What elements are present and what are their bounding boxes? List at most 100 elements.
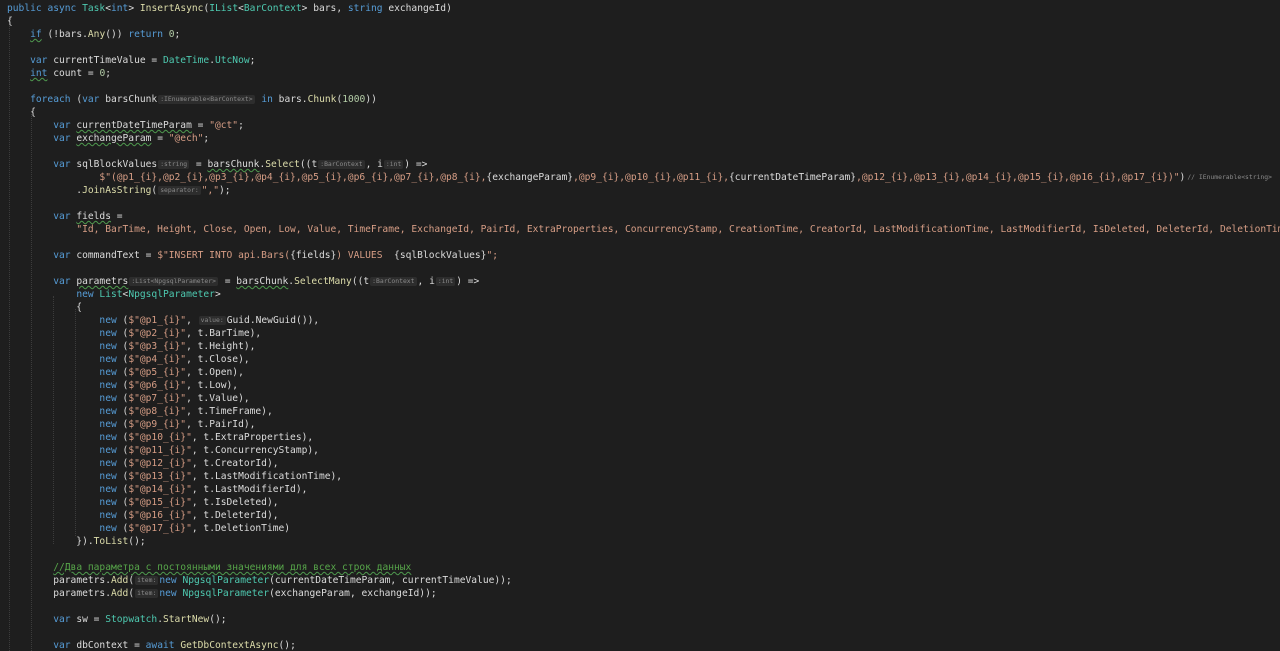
- code-line-ct-param[interactable]: var currentDateTimeParam = "@ct";: [7, 119, 244, 132]
- token: new: [99, 497, 117, 508]
- token: var: [30, 55, 48, 66]
- code-line-open-brace[interactable]: {: [7, 106, 36, 119]
- token: new: [99, 341, 117, 352]
- token: ToList: [93, 536, 129, 547]
- token: var: [53, 159, 71, 170]
- code-line-parameter[interactable]: new ($"@p2_{i}", t.BarTime),: [7, 327, 261, 340]
- code-line-parameter[interactable]: new ($"@p17_{i}", t.DeletionTime): [7, 522, 290, 535]
- code-line-count[interactable]: int count = 0;: [7, 67, 111, 80]
- token: NpgsqlParameter: [182, 575, 270, 586]
- token: //Два параметра с постоянными значениями…: [53, 562, 412, 573]
- code-line-open-brace[interactable]: {: [7, 301, 82, 314]
- code-line-parameter[interactable]: new ($"@p4_{i}", t.Close),: [7, 353, 249, 366]
- token: currentDateTimeParam: [76, 120, 192, 131]
- token: ,@p9_{i},@p10_{i},@p11_{i},: [573, 172, 730, 183]
- token: parametrs: [76, 276, 129, 287]
- token: new: [99, 419, 117, 430]
- code-line-parameter[interactable]: new ($"@p16_{i}", t.DeleterId),: [7, 509, 278, 522]
- parameter-name: $"@p13_{i}": [128, 471, 192, 482]
- code-line-parametrs[interactable]: var parametrs:List<NpgsqlParameter> = ba…: [7, 275, 479, 288]
- token: Add: [110, 588, 129, 599]
- token: currentTimeValue: [53, 55, 146, 66]
- code-line-method-signature[interactable]: public async Task<int> InsertAsync(IList…: [7, 2, 452, 15]
- code-line-add-ct[interactable]: parametrs.Add(item: new NpgsqlParameter(c…: [7, 574, 512, 587]
- token: i: [429, 276, 435, 287]
- token: public: [7, 3, 42, 14]
- parameter-value: t.LastModifierId),: [203, 484, 308, 495]
- token: in: [261, 94, 273, 105]
- code-line-parameter[interactable]: new ($"@p11_{i}", t.ConcurrencyStamp),: [7, 444, 319, 457]
- token: new: [76, 289, 94, 300]
- parameter-name: $"@p2_{i}": [128, 328, 187, 339]
- code-line-db-context[interactable]: var dbContext = await GetDbContextAsync(…: [7, 639, 296, 651]
- token: exchangeParam: [76, 133, 152, 144]
- parameter-value: t.TimeFrame),: [197, 406, 273, 417]
- token: var: [53, 133, 71, 144]
- parameter-name: $"@p11_{i}": [128, 445, 192, 456]
- token: i: [377, 159, 383, 170]
- token: await: [145, 640, 175, 651]
- token: new: [99, 510, 117, 521]
- token: new: [99, 328, 117, 339]
- code-line-new-list[interactable]: new List<NpgsqlParameter>: [7, 288, 220, 301]
- code-line-parameter[interactable]: new ($"@p13_{i}", t.LastModificationTime…: [7, 470, 342, 483]
- token: var: [53, 250, 71, 261]
- code-line-if-any[interactable]: if (!bars.Any()) return 0;: [7, 28, 180, 41]
- token: bars: [59, 29, 83, 40]
- code-line-join[interactable]: .JoinAsString(separator: ",");: [7, 184, 230, 197]
- token: barsChunk: [207, 159, 260, 170]
- code-line-parameter[interactable]: new ($"@p3_{i}", t.Height),: [7, 340, 255, 353]
- token: Add: [110, 575, 129, 586]
- token: {sqlBlockValues}: [394, 250, 487, 261]
- parameter-name: $"@p17_{i}": [128, 523, 192, 534]
- token: {exchangeParam}: [486, 172, 574, 183]
- code-line-comment[interactable]: //Два параметра с постоянными значениями…: [7, 561, 411, 574]
- code-line-parameter[interactable]: new ($"@p14_{i}", t.LastModifierId),: [7, 483, 307, 496]
- code-line-parameter[interactable]: new ($"@p8_{i}", t.TimeFrame),: [7, 405, 273, 418]
- code-line-parameter[interactable]: new ($"@p1_{i}", value: Guid.NewGuid()),: [7, 314, 319, 327]
- code-line-current-time[interactable]: var currentTimeValue = DateTime.UtcNow;: [7, 54, 255, 67]
- parameter-value: t.CreatorId),: [203, 458, 279, 469]
- token: "@ct": [209, 120, 239, 131]
- token: new: [99, 523, 117, 534]
- code-editor[interactable]: public async Task<int> InsertAsync(IList…: [0, 0, 1280, 651]
- code-line-open-brace[interactable]: {: [7, 15, 13, 28]
- token: new: [99, 393, 117, 404]
- code-line-parameter[interactable]: new ($"@p9_{i}", t.PairId),: [7, 418, 255, 431]
- code-line-fields-string[interactable]: "Id, BarTime, Height, Close, Open, Low, …: [7, 223, 1280, 236]
- token: new: [99, 432, 117, 443]
- token: 0: [99, 68, 106, 79]
- code-line-parameter[interactable]: new ($"@p6_{i}", t.Low),: [7, 379, 238, 392]
- code-line-parameter[interactable]: new ($"@p5_{i}", t.Open),: [7, 366, 243, 379]
- token: parametrs: [53, 588, 106, 599]
- code-line-sql-block[interactable]: var sqlBlockValues:string = barsChunk.Se…: [7, 158, 427, 171]
- inlay-hint: value:: [198, 316, 226, 325]
- code-line-parameter[interactable]: new ($"@p10_{i}", t.ExtraProperties),: [7, 431, 313, 444]
- code-line-fields[interactable]: var fields =: [7, 210, 122, 223]
- inlay-hint: :IEnumerable<BarContext>: [158, 95, 255, 104]
- parameter-value: t.ConcurrencyStamp),: [203, 445, 319, 456]
- code-line-parameter[interactable]: new ($"@p7_{i}", t.Value),: [7, 392, 249, 405]
- code-line-stopwatch[interactable]: var sw = Stopwatch.StartNew();: [7, 613, 226, 626]
- token: Select: [265, 159, 300, 170]
- token: bars: [313, 3, 337, 14]
- code-line-ech-param[interactable]: var exchangeParam = "@ech";: [7, 132, 209, 145]
- token: BarContext: [243, 3, 302, 14]
- code-line-parameter[interactable]: new ($"@p15_{i}", t.IsDeleted),: [7, 496, 278, 509]
- code-line-to-list[interactable]: }).ToList();: [7, 535, 145, 548]
- token: new: [99, 458, 117, 469]
- token: SelectMany: [294, 276, 352, 287]
- parameter-name: $"@p7_{i}": [128, 393, 187, 404]
- code-line-add-ech[interactable]: parametrs.Add(item: new NpgsqlParameter(e…: [7, 587, 436, 600]
- parameter-value: t.BarTime),: [197, 328, 262, 339]
- code-line-sql-values[interactable]: $"(@p1_{i},@p2_{i},@p3_{i},@p4_{i},@p5_{…: [7, 171, 1274, 184]
- token: ",": [201, 185, 219, 196]
- parameter-name: $"@p1_{i}": [128, 315, 187, 326]
- code-line-command-text[interactable]: var commandText = $"INSERT INTO api.Bars…: [7, 249, 498, 262]
- code-line-foreach[interactable]: foreach (var barsChunk:IEnumerable<BarCo…: [7, 93, 377, 106]
- token: dbContext: [76, 640, 129, 651]
- token: sw: [76, 614, 88, 625]
- token: bars: [278, 94, 302, 105]
- parameter-name: $"@p5_{i}": [128, 367, 187, 378]
- code-line-parameter[interactable]: new ($"@p12_{i}", t.CreatorId),: [7, 457, 279, 470]
